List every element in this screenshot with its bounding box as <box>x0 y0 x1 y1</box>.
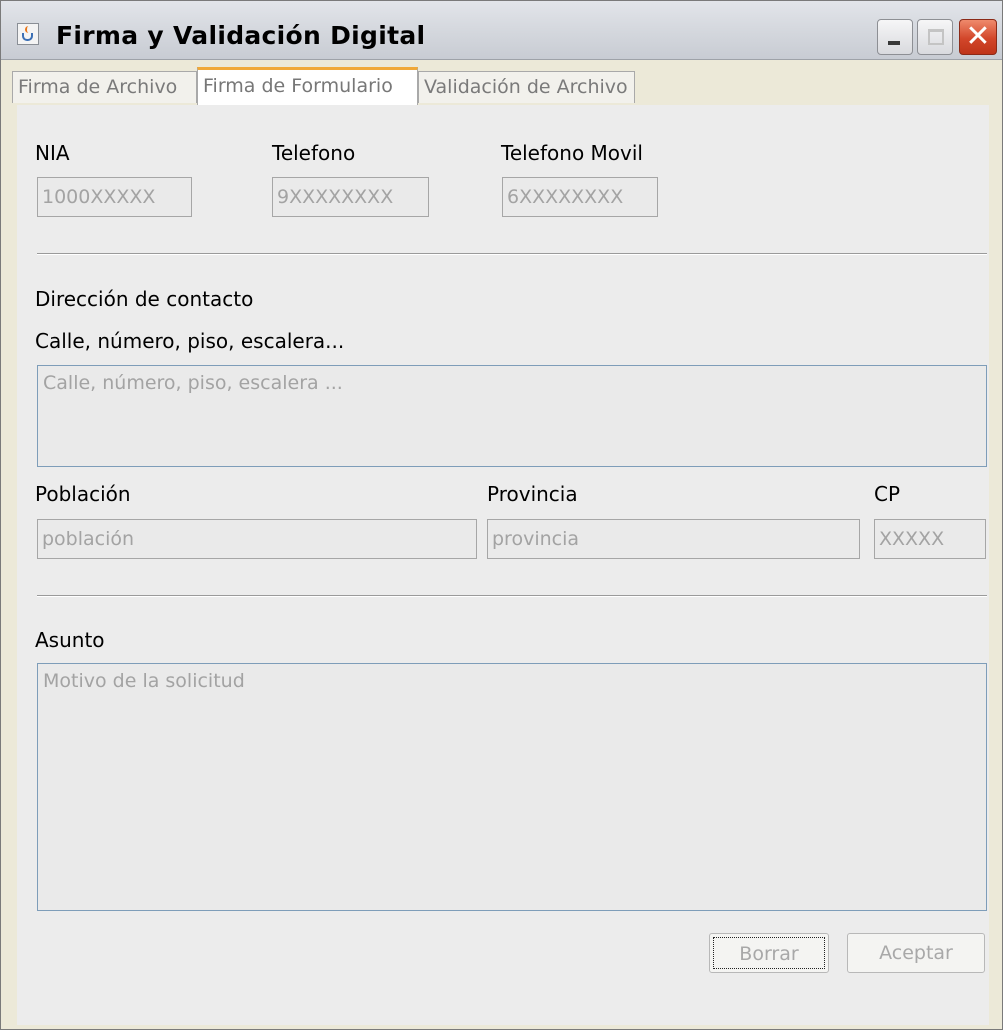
telefono-field[interactable]: 9XXXXXXXX <box>272 177 429 217</box>
poblacion-field[interactable]: población <box>37 519 477 559</box>
borrar-button-label: Borrar <box>713 937 825 969</box>
tab-strip: Firma de Archivo Validación de Archivo F… <box>8 67 996 105</box>
tab-validacion-de-archivo[interactable]: Validación de Archivo <box>418 71 635 103</box>
tab-firma-de-formulario[interactable]: Firma de Formulario <box>197 67 418 105</box>
direccion-section-label: Dirección de contacto <box>35 287 254 311</box>
direccion-textarea[interactable]: Calle, número, piso, escalera ... <box>37 365 987 467</box>
maximize-icon <box>928 29 944 45</box>
telefono-label: Telefono <box>272 141 356 165</box>
asunto-label: Asunto <box>35 628 105 652</box>
minimize-button[interactable] <box>877 19 913 55</box>
form-panel: NIA Telefono Telefono Movil 1000XXXXX 9X… <box>17 105 989 1025</box>
separator <box>37 253 987 255</box>
cp-label: CP <box>874 482 901 506</box>
nia-field[interactable]: 1000XXXXX <box>37 177 192 217</box>
nia-label: NIA <box>35 141 70 165</box>
close-button[interactable]: ✕ <box>959 19 997 55</box>
cp-field[interactable]: XXXXX <box>874 519 986 559</box>
tab-firma-de-archivo[interactable]: Firma de Archivo <box>12 71 197 103</box>
telefono-movil-field[interactable]: 6XXXXXXXX <box>502 177 658 217</box>
provincia-field[interactable]: provincia <box>487 519 860 559</box>
telefono-movil-label: Telefono Movil <box>501 141 643 165</box>
aceptar-button[interactable]: Aceptar <box>847 933 985 973</box>
provincia-label: Provincia <box>487 482 578 506</box>
direccion-label: Calle, número, piso, escalera... <box>35 329 345 353</box>
window-title: Firma y Validación Digital <box>56 21 426 50</box>
poblacion-label: Población <box>35 482 131 506</box>
maximize-button[interactable] <box>917 19 953 55</box>
title-bar[interactable]: Firma y Validación Digital ✕ <box>1 1 1002 60</box>
separator <box>37 595 987 597</box>
borrar-button[interactable]: Borrar <box>709 933 829 973</box>
minimize-icon <box>888 41 900 45</box>
java-cup-icon <box>17 23 39 45</box>
close-icon: ✕ <box>965 19 991 54</box>
application-window: Firma y Validación Digital ✕ Firma de Ar… <box>0 0 1003 1030</box>
asunto-textarea[interactable]: Motivo de la solicitud <box>37 663 987 911</box>
